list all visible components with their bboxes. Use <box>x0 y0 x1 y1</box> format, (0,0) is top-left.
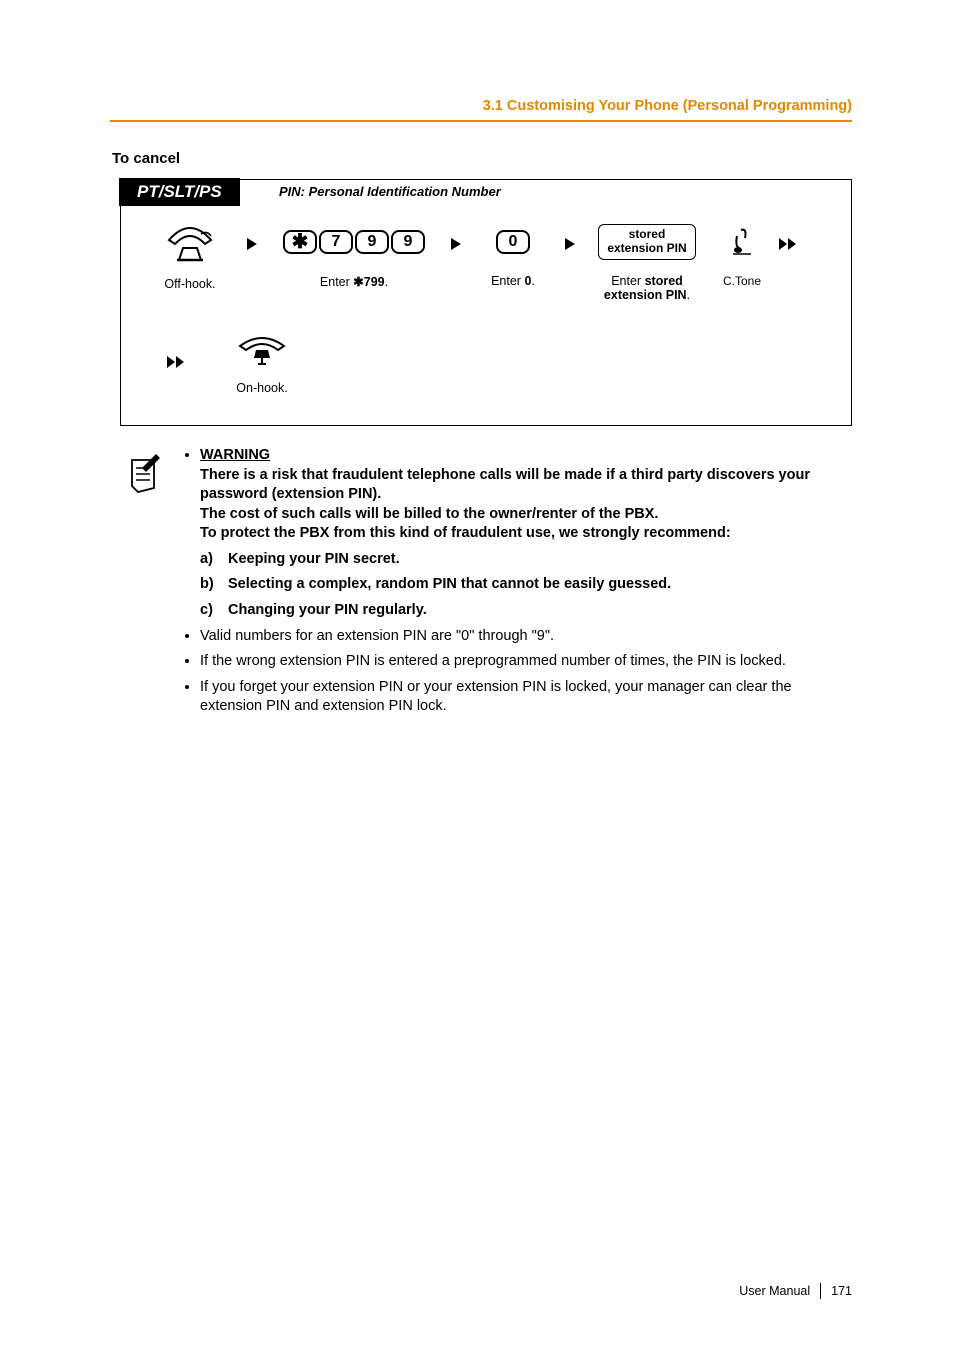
pin-input-box: stored extension PIN <box>598 224 695 261</box>
section-header: 3.1 Customising Your Phone (Personal Pro… <box>110 98 852 114</box>
key-star: ✱ <box>283 230 317 254</box>
device-badge: PT/SLT/PS <box>119 178 240 206</box>
enter-pin-label: Enter stored extension PIN. <box>604 274 690 302</box>
to-cancel-heading: To cancel <box>110 150 852 167</box>
pin-definition: PIN: Personal Identification Number <box>279 184 501 199</box>
ctone-icon <box>731 226 753 259</box>
recommendation-a: a)Keeping your PIN secret. <box>200 550 852 570</box>
double-arrow-icon <box>777 220 799 268</box>
key-7: 7 <box>319 230 353 254</box>
onhook-icon <box>234 332 290 371</box>
note-pin-locked: If the wrong extension PIN is entered a … <box>200 652 852 672</box>
key-0: 0 <box>496 230 530 254</box>
arrow-icon <box>449 220 463 268</box>
recommendation-b: b)Selecting a complex, random PIN that c… <box>200 575 852 595</box>
key-9b: 9 <box>391 230 425 254</box>
enter-0-label: Enter 0. <box>491 274 535 288</box>
ctone-label: C.Tone <box>723 274 761 288</box>
warning-block: WARNING There is a risk that fraudulent … <box>200 446 852 621</box>
arrow-icon <box>245 220 259 268</box>
header-rule <box>110 120 852 122</box>
offhook-icon <box>165 220 215 267</box>
offhook-label: Off-hook. <box>164 277 215 291</box>
page-footer: User Manual 171 <box>739 1283 852 1299</box>
recommendation-c: c)Changing your PIN regularly. <box>200 601 852 621</box>
procedure-panel: PT/SLT/PS PIN: Personal Identification N… <box>120 179 852 426</box>
footer-label: User Manual <box>739 1284 810 1298</box>
note-pin-forget: If you forget your extension PIN or your… <box>200 678 852 717</box>
key-9: 9 <box>355 230 389 254</box>
enter-799-label: Enter ✱799. <box>320 274 388 289</box>
note-valid-numbers: Valid numbers for an extension PIN are "… <box>200 627 852 647</box>
double-arrow-icon <box>165 354 187 373</box>
notes-icon <box>110 446 164 723</box>
page-number: 171 <box>831 1284 852 1298</box>
arrow-icon <box>563 220 577 268</box>
onhook-label: On-hook. <box>236 381 287 395</box>
